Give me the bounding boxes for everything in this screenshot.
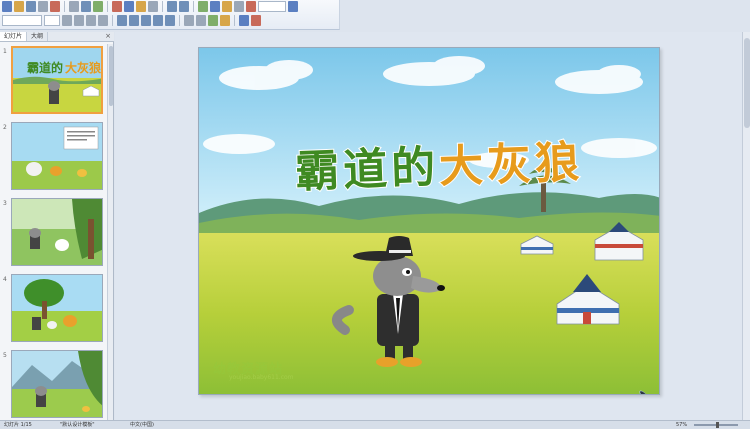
align-left-icon[interactable] <box>117 15 127 26</box>
toolbar-row-formatting <box>2 15 261 28</box>
print-icon[interactable] <box>69 1 79 12</box>
format-painter-icon[interactable] <box>148 1 158 12</box>
thumbnail-row[interactable]: 5 <box>0 350 108 420</box>
spelling-icon[interactable] <box>93 1 103 12</box>
toolbar-separator <box>107 1 108 12</box>
font-name-combo[interactable] <box>2 15 42 26</box>
thumbnail-number: 4 <box>3 276 7 283</box>
zoom-level[interactable]: 57% <box>676 422 687 429</box>
close-icon[interactable]: × <box>105 32 111 41</box>
thumbnail-image <box>12 123 102 189</box>
bullets-icon[interactable] <box>165 15 175 26</box>
slide-thumbnail-4[interactable] <box>11 274 103 342</box>
redo-icon[interactable] <box>179 1 189 12</box>
language-indicator: 中文(中国) <box>130 422 154 428</box>
thumbnail-number: 5 <box>3 352 7 359</box>
thumbnail-row[interactable]: 1 霸道的 大灰狼 <box>0 46 108 116</box>
zoom-combo[interactable] <box>258 1 286 12</box>
font-color-icon[interactable] <box>220 15 230 26</box>
new-slide-icon[interactable] <box>234 1 244 12</box>
toolbar-separator <box>162 1 163 12</box>
chart-icon[interactable] <box>198 1 208 12</box>
numbering-icon[interactable] <box>153 15 163 26</box>
design-icon[interactable] <box>239 15 249 26</box>
slide-thumbnail-2[interactable] <box>11 122 103 190</box>
shadow-icon[interactable] <box>98 15 108 26</box>
title-part-2: 大灰狼 <box>437 136 585 194</box>
tab-slides[interactable]: 幻灯片 <box>0 32 28 41</box>
thumbnail-number: 2 <box>3 124 7 131</box>
paste-icon[interactable] <box>136 1 146 12</box>
new-file-icon[interactable] <box>2 1 12 12</box>
undo-icon[interactable] <box>167 1 177 12</box>
thumbnail-row[interactable]: 2 <box>0 122 108 192</box>
slide-counter: 幻灯片 1/15 <box>4 422 32 428</box>
open-folder-icon[interactable] <box>14 1 24 12</box>
new-slide-button-icon[interactable] <box>251 15 261 26</box>
powerpoint-window: 幻灯片 大纲 × 1 霸道的 大灰狼 2 3 4 5 霸道的大灰狼 幼教资源站 … <box>0 0 750 429</box>
slides-panel: 幻灯片 大纲 × 1 霸道的 大灰狼 2 3 4 5 <box>0 32 114 420</box>
title-part-1: 霸道的 <box>293 141 441 199</box>
copy-icon[interactable] <box>124 1 134 12</box>
zoom-slider-knob[interactable] <box>716 422 719 428</box>
thumbnail-row[interactable]: 3 <box>0 198 108 268</box>
status-bar: 幻灯片 1/15 "默认设计模板" 中文(中国) 57% <box>0 420 750 429</box>
slide-scrollbar[interactable] <box>742 32 750 420</box>
print-preview-icon[interactable] <box>81 1 91 12</box>
toolbar-separator <box>234 15 235 26</box>
increase-font-icon[interactable] <box>184 15 194 26</box>
slide-scrollbar-thumb[interactable] <box>744 38 750 128</box>
slide-thumbnail-3[interactable] <box>11 198 103 266</box>
svg-text:霸道的: 霸道的 <box>27 60 63 75</box>
toolbar <box>0 0 340 30</box>
email-icon[interactable] <box>50 1 60 12</box>
table-icon[interactable] <box>210 1 220 12</box>
cut-icon[interactable] <box>112 1 122 12</box>
thumbnail-list: 1 霸道的 大灰狼 2 3 4 5 <box>0 44 108 420</box>
speaker-icon[interactable]: 🔈 <box>636 388 652 394</box>
save-icon[interactable] <box>26 1 36 12</box>
slide-editing-area: 霸道的大灰狼 幼教资源站 youjiao.baby611.com 🔈 <box>115 32 750 420</box>
bold-icon[interactable] <box>62 15 72 26</box>
toolbar-separator <box>179 15 180 26</box>
underline-icon[interactable] <box>86 15 96 26</box>
italic-icon[interactable] <box>74 15 84 26</box>
thumbnail-image <box>12 199 102 265</box>
current-slide[interactable]: 霸道的大灰狼 幼教资源站 youjiao.baby611.com 🔈 <box>198 47 660 395</box>
thumbnail-number: 1 <box>3 48 7 55</box>
indent-icon[interactable] <box>208 15 218 26</box>
slide-thumbnail-5[interactable] <box>11 350 103 418</box>
thumbnail-image: 霸道的 大灰狼 <box>13 48 102 112</box>
color-grayscale-icon[interactable] <box>246 1 256 12</box>
tab-outline[interactable]: 大纲 <box>27 32 49 41</box>
font-size-combo[interactable] <box>44 15 60 26</box>
theme-name: "默认设计模板" <box>60 422 95 428</box>
toolbar-row-standard <box>2 1 298 14</box>
permission-icon[interactable] <box>38 1 48 12</box>
svg-text:大灰狼: 大灰狼 <box>65 60 102 75</box>
slide-title[interactable]: 霸道的大灰狼 <box>258 125 620 202</box>
help-icon[interactable] <box>288 1 298 12</box>
toolbar-separator <box>64 1 65 12</box>
slide-thumbnail-1[interactable]: 霸道的 大灰狼 <box>11 46 103 114</box>
align-right-icon[interactable] <box>141 15 151 26</box>
thumbnail-image <box>12 351 102 417</box>
slide-background <box>199 48 659 394</box>
toolbar-separator <box>112 15 113 26</box>
align-center-icon[interactable] <box>129 15 139 26</box>
insert-picture-icon[interactable] <box>222 1 232 12</box>
panel-tabs: 幻灯片 大纲 × <box>0 32 114 42</box>
decrease-font-icon[interactable] <box>196 15 206 26</box>
panel-scrollbar[interactable] <box>107 44 113 420</box>
watermark-url: youjiao.baby611.com <box>229 374 294 381</box>
toolbar-separator <box>193 1 194 12</box>
thumbnail-number: 3 <box>3 200 7 207</box>
thumbnail-row[interactable]: 4 <box>0 274 108 344</box>
thumbnail-image <box>12 275 102 341</box>
panel-scrollbar-thumb[interactable] <box>109 46 113 106</box>
